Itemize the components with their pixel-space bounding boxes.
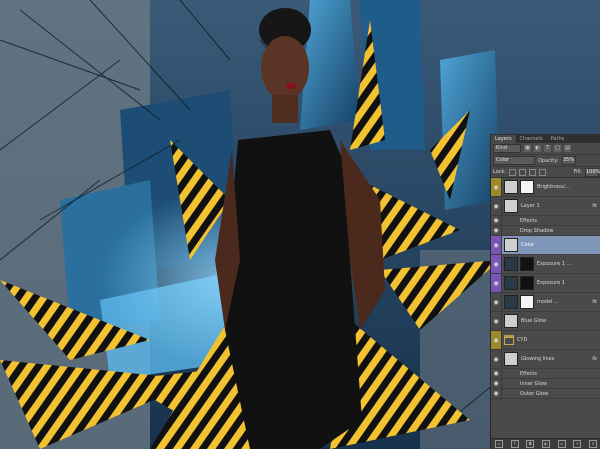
- mask-thumb: [520, 257, 534, 271]
- fill-label: Fill:: [573, 169, 582, 175]
- smart-object-filter-icon[interactable]: ▤: [564, 145, 571, 152]
- effect-row[interactable]: ◉ Outer Glow: [491, 389, 600, 399]
- image-filter-icon[interactable]: ▣: [524, 145, 531, 152]
- layer-row[interactable]: ◉ Exposure 1: [491, 274, 600, 293]
- effect-name: Outer Glow: [520, 390, 549, 397]
- eye-icon[interactable]: ◉: [491, 178, 502, 196]
- shape-filter-icon[interactable]: □: [554, 145, 561, 152]
- eye-icon[interactable]: ◉: [491, 274, 502, 292]
- layer-row-selected[interactable]: ◉ Color: [491, 236, 600, 255]
- layer-name: Layer 1: [521, 203, 540, 209]
- eye-icon[interactable]: ◉: [491, 331, 502, 349]
- layer-list: ◉ Brightness/... ◉ Layer 1 fx ◉ Effects …: [491, 178, 600, 399]
- layer-row[interactable]: ◉ Layer 1 fx: [491, 197, 600, 216]
- eye-icon[interactable]: ◉: [491, 255, 502, 273]
- panel-tabs: Layers Channels Paths: [491, 134, 600, 143]
- eye-icon[interactable]: ◉: [491, 389, 502, 398]
- layer-thumb: [504, 295, 518, 309]
- effect-name: Effects: [520, 217, 537, 224]
- layer-name: Brightness/...: [537, 184, 571, 190]
- layers-panel[interactable]: Layers Channels Paths Kind ▣ ◐ T □ ▤ Col…: [490, 134, 600, 449]
- layer-row[interactable]: ◉ Glowing lines fx: [491, 350, 600, 369]
- new-group-icon[interactable]: ▭: [557, 440, 566, 448]
- layer-name: Glowing lines: [521, 356, 555, 362]
- blend-mode-select[interactable]: Color: [493, 156, 535, 165]
- layer-thumb: [504, 199, 518, 213]
- eye-icon[interactable]: ◉: [491, 226, 502, 235]
- layer-thumb: [504, 238, 518, 252]
- effect-row[interactable]: ◉ Inner Glow: [491, 379, 600, 389]
- mask-thumb: [520, 180, 534, 194]
- add-mask-icon[interactable]: ◘: [526, 440, 535, 448]
- layer-row[interactable]: ◉ model ... fx: [491, 293, 600, 312]
- fill-field[interactable]: 100%: [585, 167, 600, 177]
- eye-icon[interactable]: ◉: [491, 350, 502, 368]
- effect-name: Effects: [520, 370, 537, 377]
- fx-icon[interactable]: fx: [592, 356, 597, 362]
- layer-name: model ...: [537, 299, 559, 305]
- effect-row[interactable]: ◉ Effects: [491, 216, 600, 226]
- eye-icon[interactable]: ◉: [491, 369, 502, 378]
- group-name: CYD: [517, 337, 528, 343]
- mask-thumb: [520, 295, 534, 309]
- filter-toolbar: Kind ▣ ◐ T □ ▤: [491, 143, 600, 155]
- layer-name: Blue Glow: [521, 318, 547, 324]
- adjustment-thumb: [504, 257, 518, 271]
- layer-name: Color: [521, 242, 535, 248]
- link-icon[interactable]: ∞: [494, 440, 503, 448]
- adjustment-filter-icon[interactable]: ◐: [534, 145, 541, 152]
- effect-name: Drop Shadow: [520, 227, 554, 234]
- effect-row[interactable]: ◉ Effects: [491, 369, 600, 379]
- layer-name: Exposure 1 ...: [537, 261, 572, 267]
- lock-image-icon[interactable]: [519, 168, 527, 176]
- adjustment-thumb: [504, 180, 518, 194]
- panel-footer: ∞ f ◘ ◐ ▭ + ×: [491, 438, 600, 449]
- lock-position-icon[interactable]: [529, 168, 537, 176]
- type-filter-icon[interactable]: T: [544, 145, 551, 152]
- fx-menu-icon[interactable]: f: [510, 440, 519, 448]
- layer-row[interactable]: ◉ Brightness/...: [491, 178, 600, 197]
- tab-layers[interactable]: Layers: [491, 135, 516, 143]
- opacity-field[interactable]: 25%: [561, 156, 576, 165]
- eye-icon[interactable]: ◉: [491, 197, 502, 215]
- lock-label: Lock:: [493, 169, 507, 175]
- lock-transparent-icon[interactable]: [509, 168, 517, 176]
- layer-row[interactable]: ◉ Exposure 1 ...: [491, 255, 600, 274]
- fx-icon[interactable]: fx: [592, 299, 597, 305]
- layer-thumb: [504, 314, 518, 328]
- lock-row: Lock: Fill: 100%: [491, 167, 600, 178]
- layer-row[interactable]: ◉ Blue Glow: [491, 312, 600, 331]
- lock-all-icon[interactable]: [539, 168, 547, 176]
- eye-icon[interactable]: ◉: [491, 379, 502, 388]
- eye-icon[interactable]: ◉: [491, 216, 502, 225]
- mask-thumb: [520, 276, 534, 290]
- folder-icon: [504, 335, 514, 345]
- blend-row: Color Opacity: 25%: [491, 155, 600, 167]
- eye-icon[interactable]: ◉: [491, 293, 502, 311]
- fx-icon[interactable]: fx: [592, 203, 597, 209]
- group-row[interactable]: ◉ CYD: [491, 331, 600, 350]
- tab-channels[interactable]: Channels: [516, 135, 547, 143]
- tab-paths[interactable]: Paths: [547, 135, 569, 143]
- adjustment-icon[interactable]: ◐: [541, 440, 550, 448]
- trash-icon[interactable]: ×: [589, 440, 598, 448]
- eye-icon[interactable]: ◉: [491, 236, 502, 254]
- layer-thumb: [504, 352, 518, 366]
- filter-kind-select[interactable]: Kind: [493, 144, 521, 153]
- opacity-label: Opacity:: [538, 157, 559, 164]
- eye-icon[interactable]: ◉: [491, 312, 502, 330]
- effect-name: Inner Glow: [520, 380, 547, 387]
- layer-name: Exposure 1: [537, 280, 565, 286]
- adjustment-thumb: [504, 276, 518, 290]
- new-layer-icon[interactable]: +: [573, 440, 582, 448]
- effect-row[interactable]: ◉ Drop Shadow: [491, 226, 600, 236]
